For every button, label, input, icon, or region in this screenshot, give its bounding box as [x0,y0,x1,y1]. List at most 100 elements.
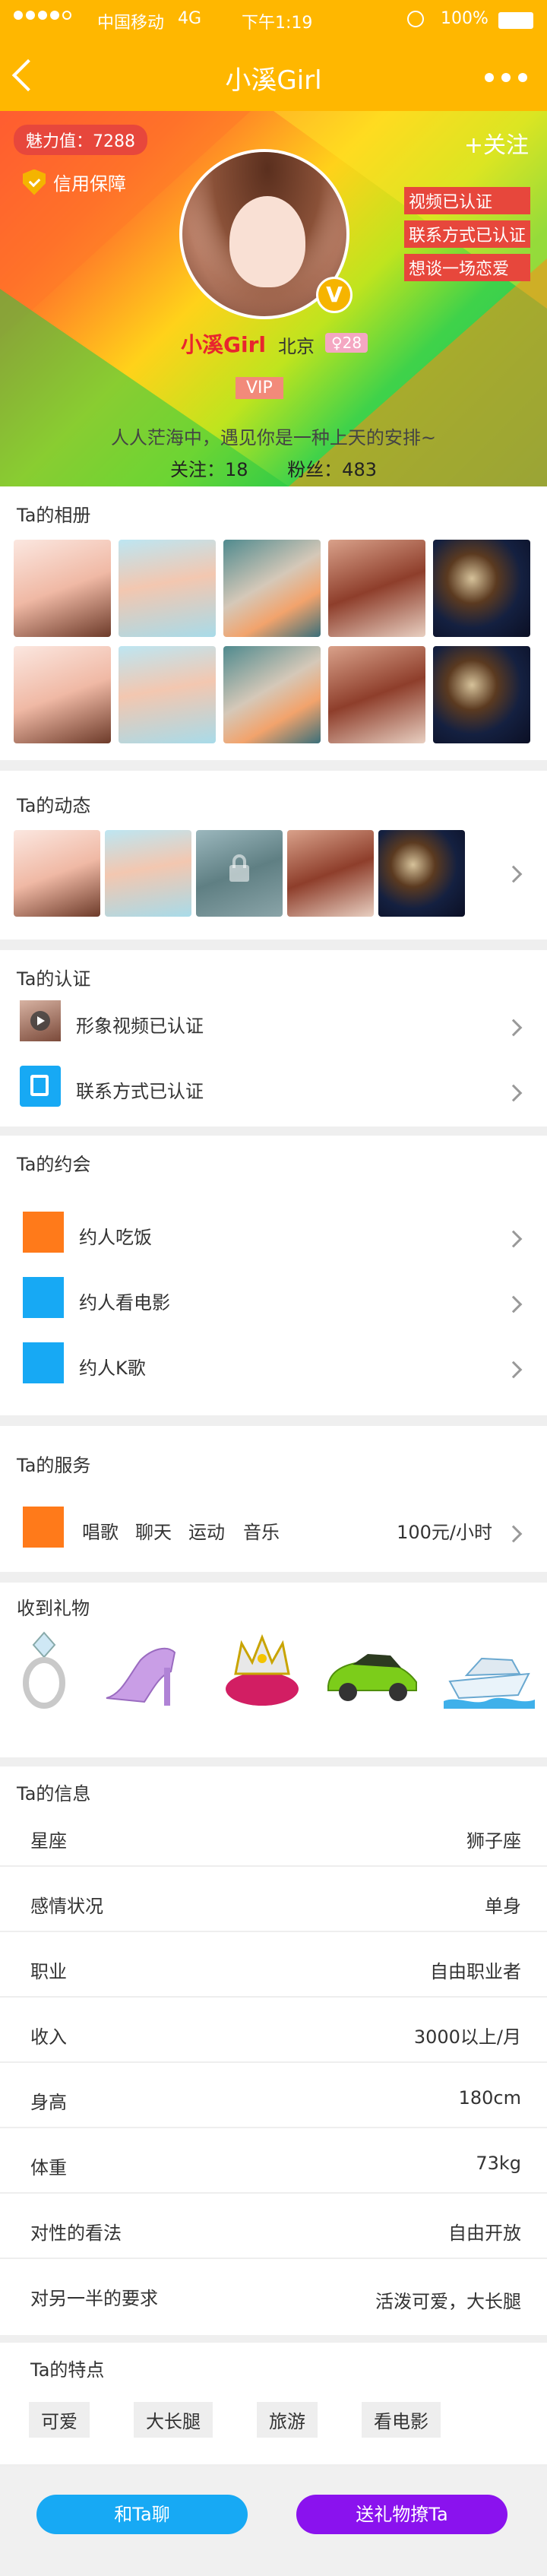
info-value: 狮子座 [466,1830,521,1852]
trait-chip: 看电影 [362,2402,441,2438]
page-title: 小溪Girl [225,65,322,96]
bottom-action-bar: 和Ta聊 送礼物撩Ta [0,2467,547,2576]
user-motto: 人人茫海中，遇见你是一种上天的安排~ [110,427,437,448]
info-value: 活泼可爱，大长腿 [375,2291,521,2312]
info-value: 自由开放 [448,2223,521,2244]
section-title: Ta的服务 [17,1455,91,1476]
date-item-karaoke[interactable]: 约人K歌 [79,1353,146,1380]
send-gift-button[interactable]: 送礼物撩Ta [296,2495,507,2534]
album-photo[interactable] [14,646,111,743]
section-title: Ta的特点 [30,2359,105,2381]
yacht-icon [444,1657,535,1709]
info-label: 星座 [30,1830,67,1852]
movie-icon [23,1277,64,1318]
tag-contact-verified: 联系方式已认证 [403,220,530,248]
info-label: 对另一半的要求 [30,2288,158,2309]
album-photo[interactable] [433,646,530,743]
service-item: 运动 [188,1522,225,1543]
tag-video-verified: 视频已认证 [403,187,530,214]
gifts-section: 收到礼物 [0,1583,547,1757]
date-item-movie[interactable]: 约人看电影 [79,1288,170,1314]
album-section: Ta的相册 [0,486,547,760]
moment-photo[interactable] [287,830,374,917]
trait-chip: 旅游 [257,2402,318,2438]
album-photo[interactable] [119,540,216,637]
chevron-right-icon[interactable] [504,1525,523,1543]
carrier-label: 中国移动 [97,14,165,33]
chevron-right-icon[interactable] [504,1361,523,1379]
album-photo[interactable] [328,540,425,637]
info-section: Ta的信息 星座 狮子座 感情状况 单身 职业 自由职业者 收入 3000以上/… [0,1766,547,2335]
section-title: Ta的约会 [17,1154,91,1175]
section-title: Ta的相册 [17,505,91,526]
album-photo[interactable] [223,540,321,637]
service-icon [23,1507,64,1548]
fans-count[interactable]: 粉丝：483 [287,459,377,480]
chevron-right-icon[interactable] [504,1019,523,1037]
info-label: 感情状况 [30,1896,103,1917]
album-photo[interactable] [119,646,216,743]
crown-icon [226,1633,299,1706]
service-item: 音乐 [243,1522,280,1543]
high-heel-icon [106,1647,176,1706]
date-item-dinner[interactable]: 约人吃饭 [79,1222,152,1249]
battery-icon [498,12,533,29]
verification-tags: 视频已认证 联系方式已认证 想谈一场恋爱 [403,187,530,281]
album-photo[interactable] [433,540,530,637]
more-icon[interactable] [485,73,527,82]
chevron-right-icon[interactable] [504,1084,523,1102]
service-item: 唱歌 [82,1522,119,1543]
section-title: Ta的信息 [17,1783,91,1804]
user-city: 北京 [278,336,315,357]
network-label: 4G [178,9,202,28]
album-photo[interactable] [328,646,425,743]
info-label: 身高 [30,2092,67,2113]
credit-guarantee: 信用保障 [23,169,126,195]
dates-section: Ta的约会 约人吃饭 约人看电影 约人K歌 [0,1136,547,1415]
time-label: 下午1:19 [242,14,313,33]
info-value: 73kg [476,2153,521,2174]
verification-section: Ta的认证 形象视频已认证 联系方式已认证 [0,950,547,1126]
tag-seeking-love: 想谈一场恋爱 [403,254,530,281]
info-label: 职业 [30,1961,67,1982]
chevron-right-icon [504,865,523,883]
chevron-right-icon[interactable] [504,1295,523,1313]
lock-rotation-icon [407,11,424,27]
info-value: 单身 [485,1896,521,1917]
info-value: 3000以上/月 [413,2026,521,2048]
moment-photo[interactable] [378,830,465,917]
gender-age-badge: ♀28 [325,333,368,353]
traits-section: Ta的特点 可爱 大长腿 旅游 看电影 [0,2343,547,2464]
moments-section[interactable]: Ta的动态 [0,771,547,939]
chevron-right-icon[interactable] [504,1230,523,1248]
phone-icon [20,1066,61,1107]
chat-button[interactable]: 和Ta聊 [36,2495,248,2534]
trait-chip: 大长腿 [134,2402,213,2438]
info-value: 自由职业者 [430,1961,521,1982]
album-photo[interactable] [223,646,321,743]
charm-badge: 魅力值：7288 [14,125,147,155]
user-name: 小溪Girl [181,332,266,357]
service-price: 100元/小时 [397,1522,492,1543]
info-label: 体重 [30,2157,67,2178]
following-count[interactable]: 关注：18 [170,459,248,480]
battery-label: 100% [441,9,489,28]
info-value: 180cm [458,2087,521,2109]
profile-header: 魅力值：7288 信用保障 +关注 V 视频已认证 联系方式已认证 想谈一场恋爱… [0,111,547,486]
moment-photo-locked[interactable] [196,830,283,917]
verify-item-contact: 联系方式已认证 [76,1081,204,1102]
shield-icon [23,169,46,195]
trait-chip: 可爱 [29,2402,90,2438]
moment-photo[interactable] [14,830,100,917]
signal-icon [14,11,71,20]
moment-photo[interactable] [105,830,191,917]
dinner-icon [23,1212,64,1253]
karaoke-icon [23,1342,64,1383]
info-label: 对性的看法 [30,2223,122,2244]
guarantee-label: 信用保障 [53,173,126,195]
follow-stats: 关注：18 粉丝：483 [0,455,547,481]
follow-button[interactable]: +关注 [464,126,529,160]
section-title: Ta的认证 [17,968,91,990]
vip-badge: VIP [236,377,283,399]
album-photo[interactable] [14,540,111,637]
